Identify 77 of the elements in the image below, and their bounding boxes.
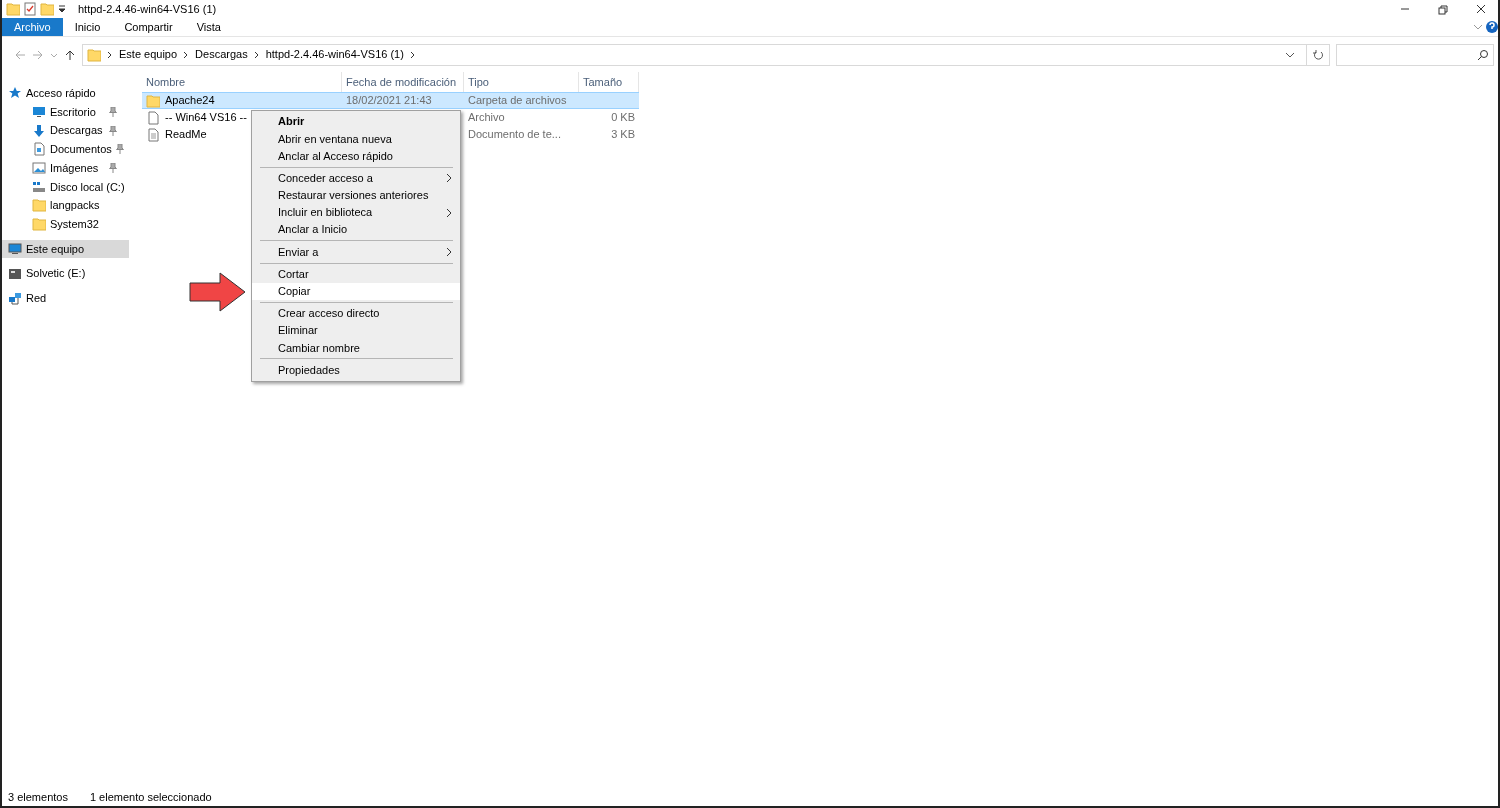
- star-icon: [8, 86, 22, 101]
- help-icon[interactable]: [1484, 18, 1498, 36]
- menu-item[interactable]: Anclar a Inicio: [252, 221, 460, 239]
- sidebar-item[interactable]: Acceso rápido: [2, 84, 129, 103]
- address-bar[interactable]: Este equipo Descargas httpd-2.4.46-win64-VS16 (1): [82, 43, 1307, 66]
- back-arrow-icon[interactable]: [14, 48, 26, 61]
- document-icon: [32, 142, 46, 157]
- up-arrow-icon[interactable]: [64, 48, 76, 61]
- menu-item[interactable]: Copiar: [252, 282, 460, 300]
- breadcrumb-item[interactable]: Descargas: [195, 46, 248, 63]
- file-icon: [146, 110, 160, 125]
- sidebar-item[interactable]: Este equipo: [2, 239, 129, 259]
- menu-item[interactable]: Eliminar: [252, 322, 460, 340]
- status-text: 1 elemento seleccionado: [89, 789, 212, 805]
- menu-item[interactable]: Incluir en biblioteca: [252, 203, 460, 222]
- caret-icon[interactable]: [58, 4, 66, 14]
- close-icon: [1475, 3, 1487, 15]
- file-size: 3 KB: [610, 127, 636, 143]
- menu-item[interactable]: Conceder acceso a: [252, 169, 460, 187]
- chevron-right-icon[interactable]: [409, 49, 416, 60]
- sidebar-item[interactable]: langpacks: [2, 196, 129, 215]
- table-cell: [579, 92, 639, 109]
- menu-item[interactable]: Anclar al Acceso rápido: [252, 147, 460, 165]
- right-arrow-icon: [189, 272, 247, 312]
- picture-icon: [32, 161, 46, 176]
- checkmark-icon[interactable]: [24, 2, 36, 16]
- menu-item[interactable]: Crear acceso directo: [252, 304, 460, 323]
- sidebar-item[interactable]: Imágenes: [2, 158, 129, 178]
- status-text: 3 elementos: [8, 789, 68, 805]
- menu-item[interactable]: Abrir en ventana nueva: [252, 130, 460, 148]
- sidebar-item[interactable]: System32: [2, 214, 129, 234]
- refresh-button[interactable]: [1306, 43, 1330, 66]
- ribbon-tab[interactable]: Vista: [184, 18, 233, 36]
- ribbon-tab[interactable]: Compartir: [112, 18, 185, 36]
- monitor-icon: [32, 105, 46, 120]
- down-arrow-icon: [32, 123, 46, 138]
- sidebar-item[interactable]: Documentos: [2, 140, 129, 159]
- text-file-icon: [146, 127, 160, 142]
- network-icon: [8, 291, 22, 306]
- restore-icon: [1437, 3, 1449, 15]
- search-field[interactable]: [1336, 43, 1494, 66]
- file-type: Archivo: [467, 110, 506, 126]
- file-date: 18/02/2021 21:43: [342, 92, 464, 109]
- file-menu-tab[interactable]: Archivo: [2, 18, 63, 36]
- chevron-right-icon: [107, 49, 113, 60]
- folder-icon: [6, 2, 20, 16]
- forward-arrow-icon[interactable]: [32, 48, 44, 61]
- refresh-icon: [1312, 48, 1324, 61]
- chevron-right-icon[interactable]: [183, 49, 190, 60]
- menu-item[interactable]: Abrir: [252, 113, 460, 131]
- file-size: 0 KB: [610, 110, 636, 126]
- folder-icon: [32, 217, 46, 232]
- folder-icon: [146, 93, 160, 108]
- search-icon: [1477, 48, 1489, 61]
- menu-item[interactable]: Restaurar versiones anteriores: [252, 186, 460, 204]
- breadcrumb-item[interactable]: Este equipo: [119, 46, 178, 63]
- sidebar-item[interactable]: Descargas: [2, 121, 129, 141]
- chevron-right-icon[interactable]: [253, 49, 260, 60]
- folder-icon: [32, 198, 46, 213]
- sidebar-item[interactable]: Escritorio: [2, 102, 129, 122]
- menu-item[interactable]: Propiedades: [252, 361, 460, 379]
- file-name[interactable]: Apache24: [142, 92, 342, 109]
- sidebar-item[interactable]: Disco local (C:): [2, 177, 129, 197]
- menu-item[interactable]: Enviar a: [252, 243, 460, 261]
- menu-item[interactable]: Cambiar nombre: [252, 339, 460, 357]
- folder-icon: [87, 47, 101, 62]
- window-title: httpd-2.4.46-win64-VS16 (1): [78, 1, 217, 17]
- drive-icon: [32, 179, 46, 194]
- ribbon-tab[interactable]: Inicio: [62, 18, 113, 36]
- file-type: Documento de te...: [467, 127, 562, 143]
- breadcrumb-item[interactable]: httpd-2.4.46-win64-VS16 (1): [265, 46, 404, 63]
- file-type: Carpeta de archivos: [464, 92, 579, 109]
- drive-icon: [8, 266, 22, 281]
- sidebar-item[interactable]: Red: [2, 288, 129, 308]
- monitor-icon: [8, 241, 22, 256]
- menu-item[interactable]: Cortar: [252, 265, 460, 283]
- sidebar-item[interactable]: Solvetic (E:): [2, 264, 129, 283]
